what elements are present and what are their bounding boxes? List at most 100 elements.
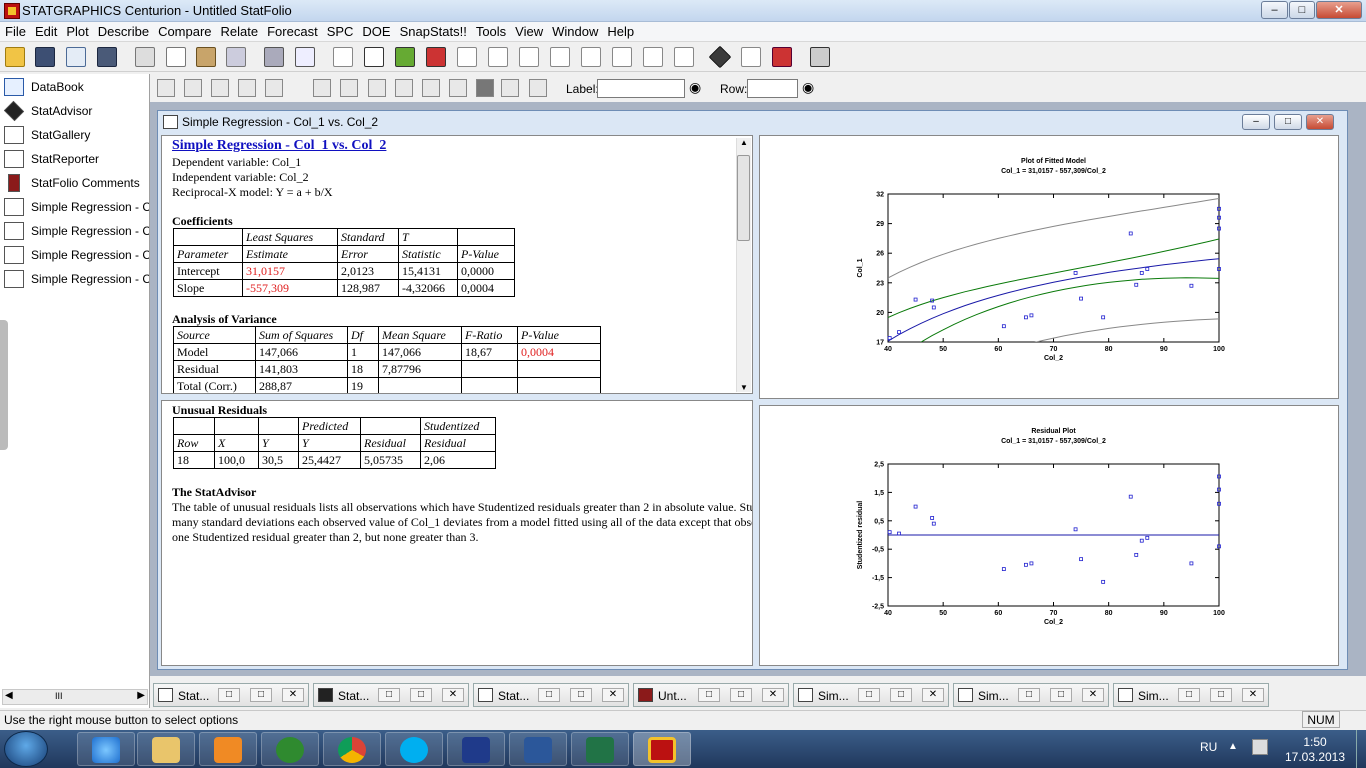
sidebar-item-regression-4[interactable]: Simple Regression - Col_ xyxy=(2,268,149,290)
taskbar-chrome[interactable] xyxy=(323,732,381,766)
system-clock[interactable]: 1:50 17.03.2013 xyxy=(1280,735,1350,765)
menu-compare[interactable]: Compare xyxy=(153,22,215,39)
column-chart-icon[interactable] xyxy=(674,47,694,67)
multivariate-icon[interactable] xyxy=(395,47,415,67)
doc-close-button[interactable]: ✕ xyxy=(1306,114,1334,130)
save-icon[interactable] xyxy=(35,47,55,67)
sidebar-item-databook[interactable]: DataBook xyxy=(2,76,148,98)
close-icon[interactable]: ✕ xyxy=(442,688,464,702)
menu-help[interactable]: Help xyxy=(602,22,638,39)
close-icon[interactable]: ✕ xyxy=(1242,688,1264,702)
taskbar-utorrent[interactable] xyxy=(261,732,319,766)
residual-plot-pane[interactable]: Residual Plot Col_1 = 31,0157 - 557,309/C… xyxy=(759,405,1339,666)
tray-expand-icon[interactable]: ▲ xyxy=(1228,741,1238,752)
sidebar-item-statadvisor[interactable]: StatAdvisor xyxy=(2,100,148,122)
close-button[interactable]: ✕ xyxy=(1316,1,1362,19)
sidebar-item-comments[interactable]: StatFolio Comments xyxy=(2,172,148,194)
taskbar-explorer[interactable] xyxy=(137,732,195,766)
menu-describe[interactable]: Describe xyxy=(93,22,153,39)
window-tab-sim-2[interactable]: Sim... □ □ ✕ xyxy=(953,683,1109,707)
maximize-icon[interactable]: □ xyxy=(250,688,272,702)
restore-icon[interactable]: □ xyxy=(218,688,240,702)
table-icon[interactable] xyxy=(364,47,384,67)
xy-plot-icon[interactable] xyxy=(488,47,508,67)
find-row-icon[interactable]: ◉ xyxy=(802,79,820,97)
taskbar-ie[interactable] xyxy=(77,732,135,766)
sidebar-item-statgallery[interactable]: StatGallery xyxy=(2,124,148,146)
restore-icon[interactable]: □ xyxy=(1018,688,1040,702)
network-icon[interactable] xyxy=(1252,739,1268,755)
boxplot-icon[interactable] xyxy=(457,47,477,67)
undo-icon[interactable] xyxy=(226,47,246,67)
scroll-left-icon[interactable]: ◀ xyxy=(5,690,13,701)
trend-icon[interactable] xyxy=(643,47,663,67)
restore-icon[interactable]: □ xyxy=(1178,688,1200,702)
maximize-icon[interactable]: □ xyxy=(730,688,752,702)
brush-icon[interactable] xyxy=(395,79,413,97)
window-tab-stat-3[interactable]: Stat... □ □ ✕ xyxy=(473,683,629,707)
exclude-icon[interactable] xyxy=(422,79,440,97)
sidebar-item-statreporter[interactable]: StatReporter xyxy=(2,148,148,170)
unusual-residuals-pane[interactable]: Unusual Residuals Predicted Studentized … xyxy=(161,400,753,666)
restore-icon[interactable]: □ xyxy=(538,688,560,702)
fitted-model-plot-pane[interactable]: Plot of Fitted Model Col_1 = 31,0157 - 55… xyxy=(759,135,1339,399)
scroll-thumb[interactable]: III xyxy=(55,691,63,701)
menu-plot[interactable]: Plot xyxy=(61,22,92,39)
start-button[interactable] xyxy=(4,731,48,767)
maximize-button[interactable]: □ xyxy=(1289,1,1315,19)
taskbar-skype[interactable] xyxy=(385,732,443,766)
menu-edit[interactable]: Edit xyxy=(30,22,61,39)
pane-options-icon[interactable] xyxy=(313,79,331,97)
show-desktop-button[interactable] xyxy=(1356,730,1366,768)
percent-icon[interactable] xyxy=(529,79,547,97)
analysis-summary-pane[interactable]: Simple Regression - Col_1 vs. Col_2 Depe… xyxy=(161,135,753,394)
input-dialog-icon[interactable] xyxy=(157,79,175,97)
matrix-icon[interactable] xyxy=(426,47,446,67)
maximize-icon[interactable]: □ xyxy=(410,688,432,702)
window-tab-untitled[interactable]: Unt... □ □ ✕ xyxy=(633,683,789,707)
label-field[interactable] xyxy=(597,79,685,98)
taskbar-statgraphics[interactable] xyxy=(633,732,691,766)
maximize-icon[interactable]: □ xyxy=(570,688,592,702)
sidebar-item-regression-2[interactable]: Simple Regression - Col_ xyxy=(2,220,149,242)
sidebar-horizontal-scrollbar[interactable]: ◀ III ▶ xyxy=(2,689,148,705)
wizard-icon[interactable] xyxy=(741,47,761,67)
sidebar-item-regression-3[interactable]: Simple Regression - Col_ xyxy=(2,244,149,266)
menu-view[interactable]: View xyxy=(510,22,547,39)
window-tab-sim-3[interactable]: Sim... □ □ ✕ xyxy=(1113,683,1269,707)
datasheet-icon[interactable] xyxy=(66,47,86,67)
row-field[interactable] xyxy=(747,79,798,98)
restore-icon[interactable]: □ xyxy=(698,688,720,702)
scroll-down-icon[interactable]: ▼ xyxy=(740,383,748,392)
print-icon[interactable] xyxy=(264,47,284,67)
maximize-icon[interactable]: □ xyxy=(890,688,912,702)
graphs-icon[interactable] xyxy=(238,79,256,97)
menu-snapstats[interactable]: SnapStats!! xyxy=(395,22,471,39)
menu-relate[interactable]: Relate xyxy=(216,22,263,39)
scroll-up-icon[interactable]: ▲ xyxy=(740,138,748,147)
tables-icon[interactable] xyxy=(211,79,229,97)
cut-icon[interactable] xyxy=(135,47,155,67)
identify-icon[interactable] xyxy=(501,79,519,97)
label-points-icon[interactable] xyxy=(340,79,358,97)
pane-splitter-handle[interactable] xyxy=(0,320,8,450)
find-label-icon[interactable]: ◉ xyxy=(689,79,707,97)
shade-icon[interactable] xyxy=(476,79,494,97)
zoom-icon[interactable] xyxy=(449,79,467,97)
close-icon[interactable]: ✕ xyxy=(602,688,624,702)
restore-icon[interactable]: □ xyxy=(378,688,400,702)
menu-spc[interactable]: SPC xyxy=(322,22,358,39)
menu-doe[interactable]: DOE xyxy=(357,22,394,39)
analysis-options-icon[interactable] xyxy=(184,79,202,97)
taskbar-save-app[interactable] xyxy=(447,732,505,766)
menu-window[interactable]: Window xyxy=(547,22,602,39)
calculator-icon[interactable] xyxy=(810,47,830,67)
taskbar-excel[interactable] xyxy=(571,732,629,766)
crosshair-icon[interactable] xyxy=(612,47,632,67)
paste-icon[interactable] xyxy=(196,47,216,67)
menu-file[interactable]: File xyxy=(0,22,30,39)
close-icon[interactable]: ✕ xyxy=(282,688,304,702)
scroll-thumb[interactable] xyxy=(737,155,750,241)
doc-minimize-button[interactable]: – xyxy=(1242,114,1270,130)
taskbar-media-player[interactable] xyxy=(199,732,257,766)
